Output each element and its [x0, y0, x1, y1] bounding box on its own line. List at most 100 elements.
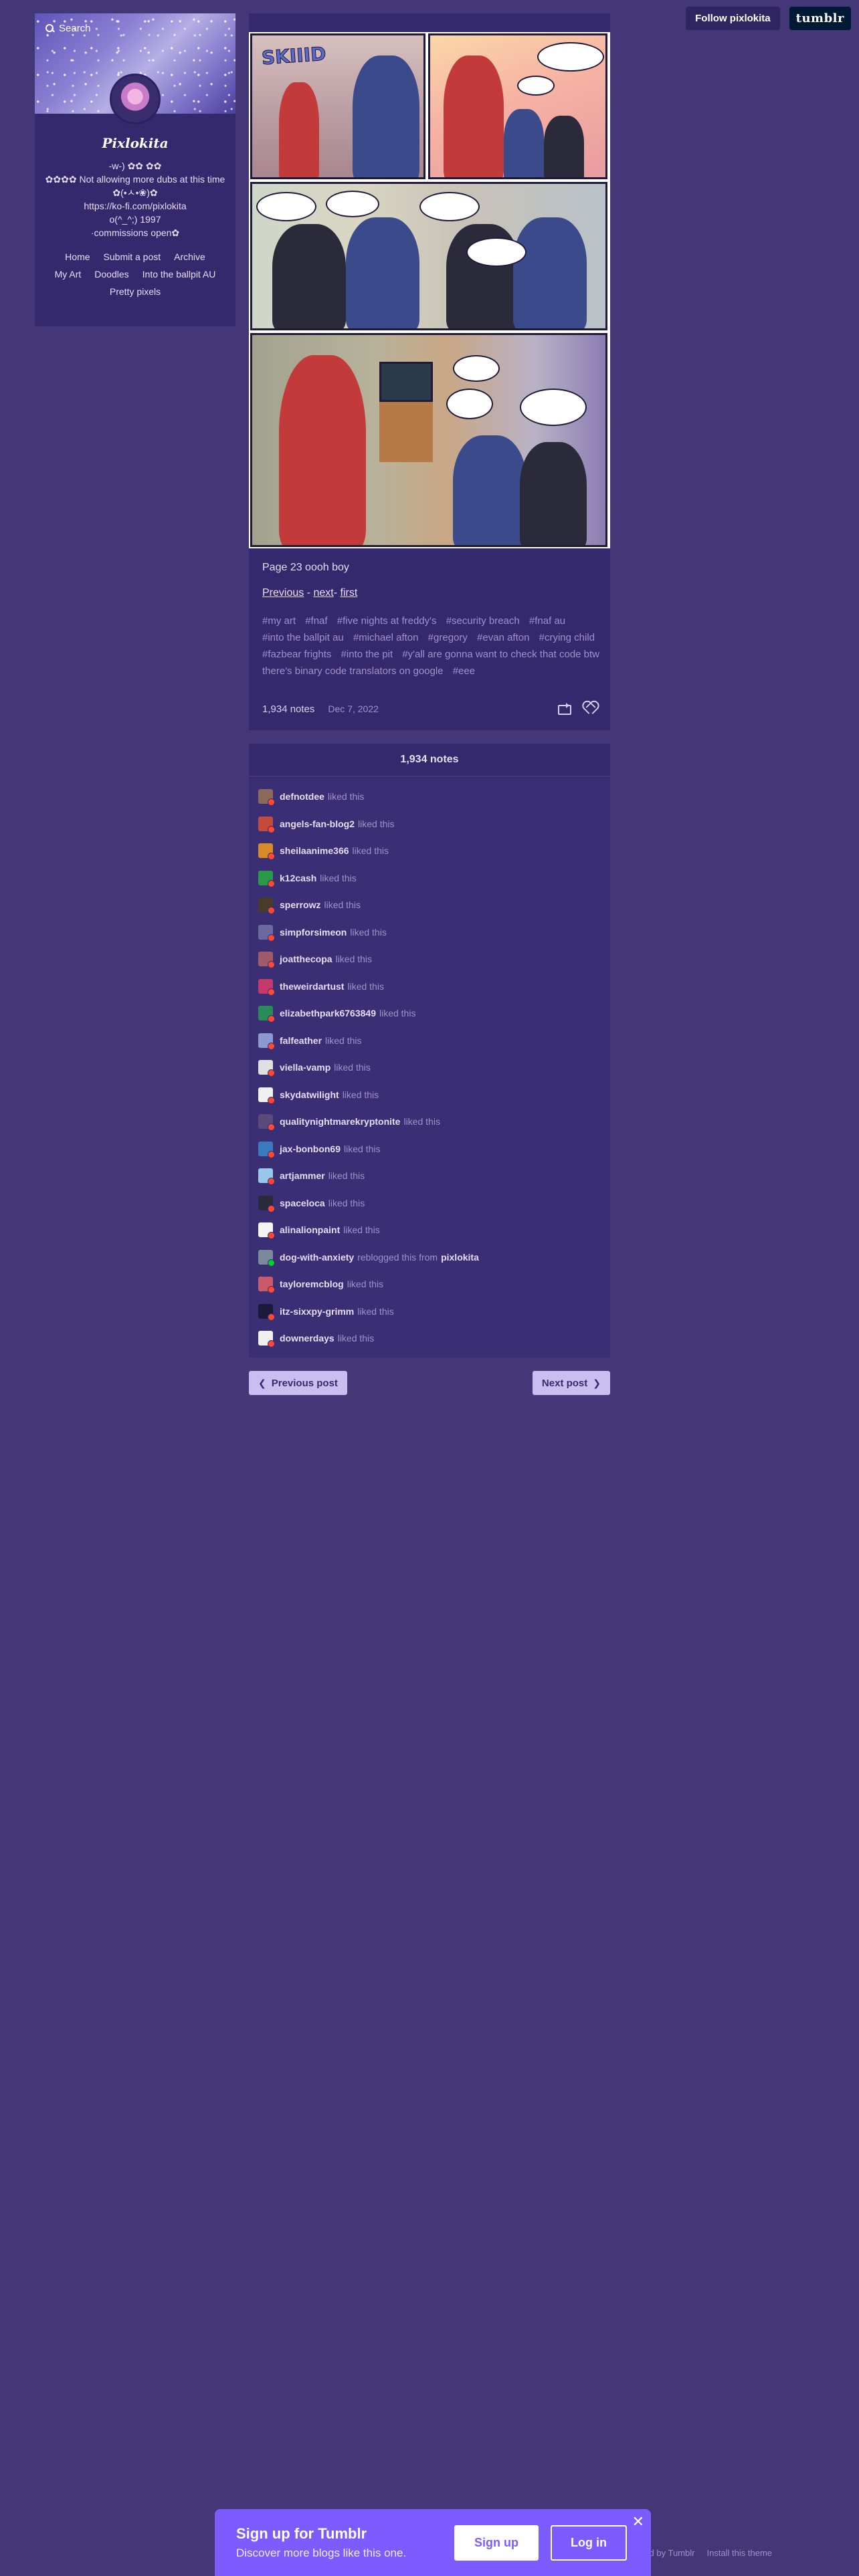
note-avatar[interactable]	[258, 1060, 275, 1077]
note-username[interactable]: theweirdartust	[280, 981, 344, 992]
nav-submit[interactable]: Submit a post	[104, 251, 161, 262]
note-avatar[interactable]	[258, 924, 275, 942]
nav-pretty-pixels[interactable]: Pretty pixels	[110, 286, 161, 297]
tag[interactable]: #into the pit	[341, 649, 393, 660]
close-icon[interactable]: ✕	[632, 2513, 644, 2531]
tag[interactable]: #evan afton	[477, 632, 529, 643]
tag[interactable]: #fnaf	[305, 615, 327, 627]
note-avatar[interactable]	[258, 816, 275, 833]
tag[interactable]: #fazbear frights	[262, 649, 331, 660]
speech-bubble	[326, 191, 379, 217]
speech-bubble	[419, 192, 480, 221]
comic-image[interactable]: SKIIID	[249, 32, 610, 548]
note-username[interactable]: joatthecopa	[280, 954, 332, 964]
tag[interactable]: #my art	[262, 615, 296, 627]
note-row: jax-bonbon69 liked this	[258, 1138, 380, 1160]
note-username[interactable]: artjammer	[280, 1170, 325, 1181]
next-page-link[interactable]: next	[313, 587, 333, 599]
nav-ballpit-au[interactable]: Into the ballpit AU	[142, 269, 216, 280]
note-username[interactable]: tayloremcblog	[280, 1279, 344, 1289]
tag[interactable]: #eee	[453, 665, 475, 677]
note-avatar[interactable]	[258, 1249, 275, 1267]
note-username[interactable]: angels-fan-blog2	[280, 819, 355, 829]
tag[interactable]: #security breach	[446, 615, 520, 627]
nav-archive[interactable]: Archive	[174, 251, 205, 262]
note-username[interactable]: k12cash	[280, 873, 316, 883]
blog-title[interactable]: Pixlokita	[35, 135, 235, 151]
note-avatar[interactable]	[258, 789, 275, 806]
note-avatar[interactable]	[258, 978, 275, 996]
signup-button[interactable]: Sign up	[454, 2525, 539, 2561]
note-username[interactable]: spaceloca	[280, 1198, 325, 1208]
desc-line: ✿✿✿✿ Not allowing more dubs at this time	[45, 174, 225, 185]
note-row: falfeather liked this	[258, 1029, 362, 1052]
note-username[interactable]: qualitynightmarekryptonite	[280, 1116, 400, 1127]
note-username[interactable]: sperrowz	[280, 899, 320, 910]
note-avatar[interactable]	[258, 1222, 275, 1239]
tag[interactable]: #gregory	[428, 632, 468, 643]
first-page-link[interactable]: first	[341, 587, 358, 599]
note-action: liked this	[327, 791, 365, 802]
note-username[interactable]: skydatwilight	[280, 1089, 339, 1100]
note-avatar[interactable]	[258, 1195, 275, 1212]
signup-actions: Sign up Log in	[454, 2525, 627, 2561]
post-date[interactable]: Dec 7, 2022	[328, 704, 379, 714]
note-row: tayloremcblog liked this	[258, 1273, 383, 1295]
note-avatar[interactable]	[258, 1087, 275, 1104]
note-avatar[interactable]	[258, 1168, 275, 1185]
previous-post-button[interactable]: ❮ Previous post	[249, 1371, 347, 1395]
install-theme-link[interactable]: Install this theme	[706, 2548, 772, 2558]
tag[interactable]: #into the ballpit au	[262, 632, 344, 643]
note-avatar[interactable]	[258, 1006, 275, 1023]
note-username[interactable]: sheilaanime366	[280, 845, 349, 856]
comic-sfx: SKIIID	[260, 42, 327, 70]
comic-figure	[346, 217, 419, 328]
note-username[interactable]: dog-with-anxiety	[280, 1252, 354, 1263]
notes-count[interactable]: 1,934 notes	[262, 704, 314, 715]
note-username[interactable]: falfeather	[280, 1035, 322, 1046]
tumblr-logo-button[interactable]: tumblr	[789, 7, 851, 30]
note-avatar[interactable]	[258, 843, 275, 860]
note-avatar[interactable]	[258, 1331, 275, 1348]
search-field[interactable]: Search	[45, 23, 91, 34]
note-avatar[interactable]	[258, 1141, 275, 1158]
note-avatar[interactable]	[258, 870, 275, 887]
note-username[interactable]: simpforsimeon	[280, 927, 347, 938]
blog-avatar[interactable]	[110, 74, 161, 124]
reblog-icon[interactable]	[557, 703, 571, 715]
note-username[interactable]: jax-bonbon69	[280, 1144, 341, 1154]
next-post-button[interactable]: Next post ❯	[532, 1371, 610, 1395]
notes-section: 1,934 notes defnotdee liked this angels-fa…	[249, 744, 610, 1358]
tag[interactable]: #michael afton	[353, 632, 419, 643]
tag[interactable]: #crying child	[539, 632, 595, 643]
nav-my-art[interactable]: My Art	[55, 269, 82, 280]
tag[interactable]: #fnaf au	[529, 615, 565, 627]
comic-figure	[279, 82, 319, 177]
like-icon[interactable]	[582, 702, 597, 716]
note-username[interactable]: itz-sixxpy-grimm	[280, 1306, 354, 1317]
note-avatar[interactable]	[258, 897, 275, 914]
note-avatar[interactable]	[258, 1114, 275, 1131]
tag[interactable]: #five nights at freddy's	[337, 615, 437, 627]
note-username[interactable]: viella-vamp	[280, 1062, 330, 1073]
note-username[interactable]: alinalionpaint	[280, 1224, 340, 1235]
nav-home[interactable]: Home	[65, 251, 90, 262]
note-username[interactable]: elizabethpark6763849	[280, 1008, 376, 1018]
note-avatar[interactable]	[258, 1033, 275, 1050]
note-username[interactable]: downerdays	[280, 1333, 335, 1344]
comic-panel-3	[250, 182, 607, 330]
previous-page-link[interactable]: Previous	[262, 587, 304, 599]
blog-nav: Home Submit a post Archive My Art Doodle…	[35, 251, 235, 297]
kofi-link[interactable]: https://ko-fi.com/pixlokita	[41, 199, 229, 213]
note-action: liked this	[335, 954, 373, 964]
nav-doodles[interactable]: Doodles	[94, 269, 128, 280]
note-reblog-source[interactable]: pixlokita	[441, 1252, 479, 1263]
note-avatar[interactable]	[258, 1277, 275, 1293]
note-avatar[interactable]	[258, 952, 275, 968]
notes-header: 1,934 notes	[249, 744, 610, 777]
note-username[interactable]: defnotdee	[280, 791, 324, 802]
note-row: angels-fan-blog2 liked this	[258, 813, 394, 835]
note-avatar[interactable]	[258, 1303, 275, 1321]
login-button[interactable]: Log in	[551, 2525, 627, 2561]
follow-button[interactable]: Follow pixlokita	[686, 7, 780, 30]
